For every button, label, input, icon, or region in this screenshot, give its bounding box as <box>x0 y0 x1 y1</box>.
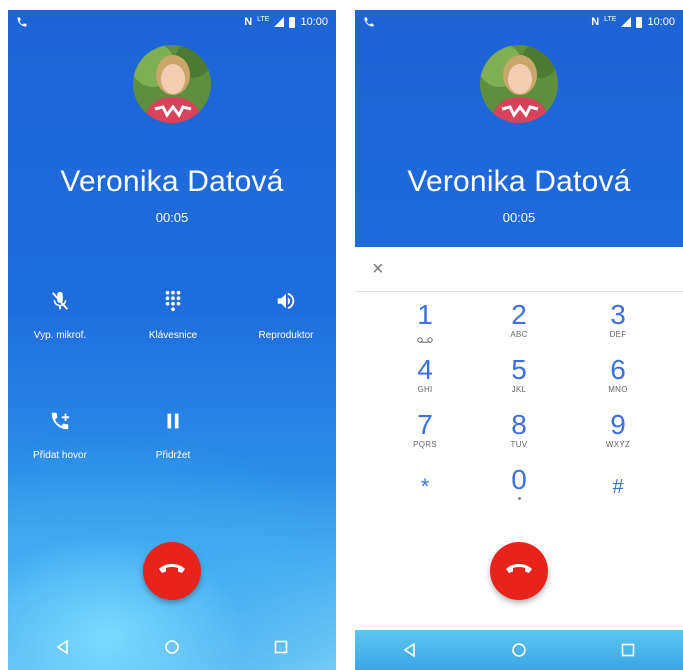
call-timer: 00:05 <box>155 210 189 225</box>
status-bar: N LTE 10:00 <box>355 10 683 36</box>
speaker-button[interactable]: Reproduktor <box>236 290 336 341</box>
hang-up-icon <box>159 564 185 573</box>
battery-icon <box>289 16 296 28</box>
key-1[interactable]: 1 <box>380 300 470 348</box>
call-timer: 00:05 <box>502 210 536 225</box>
hold-label: Přidržet <box>155 450 191 461</box>
in-call-screen: N LTE 10:00 Veronika Datová 00:05 Vyp. m… <box>8 10 336 670</box>
key-3[interactable]: 3 DEF <box>573 300 663 340</box>
close-dialpad-button[interactable]: × <box>372 259 384 279</box>
key-6[interactable]: 6 MNO <box>573 355 663 395</box>
key-4[interactable]: 4 GHI <box>380 355 470 395</box>
hang-up-icon <box>506 564 532 573</box>
key-9[interactable]: 9 WXYZ <box>573 410 663 450</box>
plus-dot <box>517 497 521 500</box>
battery-icon <box>636 16 643 28</box>
mute-label: Vyp. mikrof. <box>33 330 87 341</box>
clock: 10:00 <box>300 16 328 29</box>
recents-icon[interactable] <box>620 642 636 658</box>
add-call-button[interactable]: Přidat hovor <box>10 410 110 461</box>
signal-icon <box>621 17 632 28</box>
key-hash[interactable]: # <box>573 472 663 502</box>
back-icon[interactable] <box>402 642 418 658</box>
key-8[interactable]: 8 TUV <box>474 410 564 450</box>
home-icon[interactable] <box>164 639 180 655</box>
key-7[interactable]: 7 PQRS <box>380 410 470 450</box>
dialpad-icon <box>165 290 181 312</box>
voicemail-icon <box>417 337 433 343</box>
avatar <box>133 45 211 123</box>
mute-button[interactable]: Vyp. mikrof. <box>10 290 110 341</box>
speaker-icon <box>277 292 295 310</box>
home-icon[interactable] <box>511 642 527 658</box>
back-icon[interactable] <box>55 639 71 655</box>
avatar <box>480 45 558 123</box>
call-status-icon <box>364 17 374 27</box>
nfc-icon: N <box>591 16 600 29</box>
end-call-button[interactable] <box>143 542 201 600</box>
contact-name: Veronika Datová <box>60 165 284 198</box>
end-call-button[interactable] <box>490 542 548 600</box>
call-status-icon <box>17 17 27 27</box>
add-call-icon <box>51 412 70 430</box>
key-star[interactable]: * <box>380 472 470 502</box>
signal-icon <box>274 17 285 28</box>
key-2[interactable]: 2 ABC <box>474 300 564 340</box>
navigation-bar <box>355 630 683 670</box>
add-call-label: Přidat hovor <box>33 450 87 461</box>
navigation-bar <box>8 624 336 670</box>
key-0[interactable]: 0 <box>474 465 564 500</box>
recents-icon[interactable] <box>273 639 289 655</box>
pause-icon <box>167 413 179 429</box>
status-bar: N LTE 10:00 <box>8 10 336 36</box>
contact-name: Veronika Datová <box>407 165 631 198</box>
network-label: LTE <box>257 16 270 23</box>
clock: 10:00 <box>647 16 675 29</box>
dialpad-screen: N LTE 10:00 Veronika Datová 00:05 × 1 2A… <box>355 10 683 670</box>
speaker-label: Reproduktor <box>258 330 314 341</box>
dialpad-label: Klávesnice <box>148 330 198 341</box>
network-label: LTE <box>604 16 617 23</box>
nfc-icon: N <box>244 16 253 29</box>
mic-off-icon <box>51 291 69 310</box>
dialpad-header: × <box>355 247 683 292</box>
hold-button[interactable]: Přidržet <box>123 410 223 461</box>
dialpad-button[interactable]: Klávesnice <box>123 290 223 341</box>
key-5[interactable]: 5 JKL <box>474 355 564 395</box>
